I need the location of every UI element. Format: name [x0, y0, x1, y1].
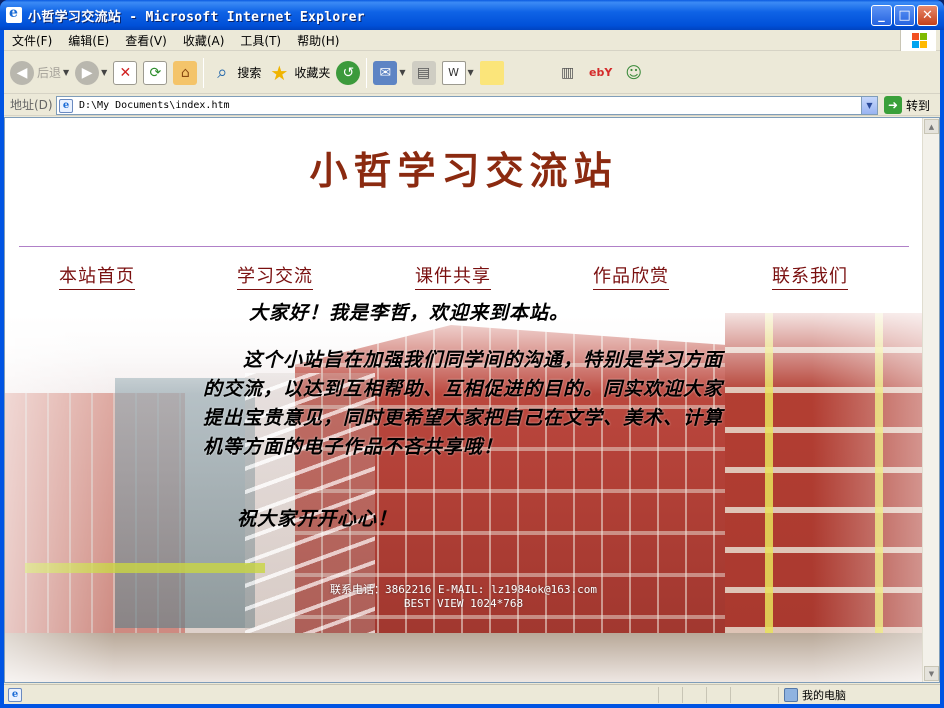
back-button[interactable]: ◀ 后退 ▼ — [10, 56, 69, 90]
go-arrow-icon: ➜ — [884, 96, 902, 114]
edit-button[interactable]: W ▼ — [441, 56, 474, 90]
back-arrow-icon: ◀ — [10, 60, 34, 85]
page-viewport[interactable]: 小哲学习交流站 本站首页 学习交流 课件共享 作品欣赏 联系我们 大家好！我是李… — [4, 117, 940, 683]
scroll-up-icon[interactable]: ▲ — [924, 119, 939, 134]
edit-dropdown-icon[interactable]: ▼ — [468, 68, 474, 77]
note-icon — [479, 60, 504, 85]
security-zone: 我的电脑 — [784, 687, 846, 703]
greeting-text: 大家好！我是李哲，欢迎来到本站。 — [249, 302, 570, 324]
forward-button[interactable]: ▶ ▼ — [75, 56, 107, 90]
messenger-icon: ☺ — [625, 63, 643, 82]
star-icon: ★ — [270, 60, 289, 85]
favorites-label: 收藏夹 — [294, 66, 331, 80]
nav-contact-link[interactable]: 联系我们 — [772, 262, 848, 290]
zone-label: 我的电脑 — [802, 689, 846, 702]
menu-file[interactable]: 文件(F) — [4, 32, 60, 49]
toolbar-separator — [366, 57, 368, 88]
title-bar[interactable]: 小哲学习交流站 - Microsoft Internet Explorer _ … — [0, 0, 944, 30]
back-dropdown-icon[interactable]: ▼ — [63, 68, 69, 77]
history-icon: ↺ — [336, 60, 361, 85]
toolbar-separator — [203, 57, 205, 88]
nav-works-link[interactable]: 作品欣赏 — [593, 262, 669, 290]
menu-tools[interactable]: 工具(T) — [232, 32, 289, 49]
windows-logo-icon — [900, 30, 936, 51]
close-button[interactable]: ✕ — [917, 5, 938, 26]
refresh-button[interactable]: ⟳ — [143, 56, 168, 90]
scroll-down-icon[interactable]: ▼ — [924, 666, 939, 681]
status-divider — [778, 687, 779, 703]
address-input[interactable]: e D:\My Documents\index.htm ▼ — [56, 96, 878, 115]
forward-arrow-icon: ▶ — [75, 60, 100, 85]
status-divider — [706, 687, 707, 703]
address-label: 地址(D) — [10, 98, 53, 112]
printer-icon: ▤ — [411, 60, 436, 85]
address-value[interactable]: D:\My Documents\index.htm — [79, 100, 230, 111]
search-button[interactable]: ⌕ 搜索 — [210, 56, 261, 90]
print-button[interactable]: ▤ — [411, 56, 436, 90]
nav-courseware-link[interactable]: 课件共享 — [415, 262, 491, 290]
ie-window: 小哲学习交流站 - Microsoft Internet Explorer _ … — [0, 0, 944, 708]
status-divider — [682, 687, 683, 703]
minimize-button[interactable]: _ — [871, 5, 892, 26]
mail-button[interactable]: ✉ ▼ — [373, 56, 406, 90]
menu-favorites[interactable]: 收藏(A) — [175, 32, 233, 49]
nav-study-link[interactable]: 学习交流 — [237, 262, 313, 290]
forward-dropdown-icon[interactable]: ▼ — [101, 68, 107, 77]
refresh-icon: ⟳ — [143, 60, 168, 85]
my-computer-icon — [784, 688, 798, 702]
browser-chrome: 文件(F) 编辑(E) 查看(V) 收藏(A) 工具(T) 帮助(H) ◀ 后退… — [4, 30, 940, 704]
mail-icon: ✉ — [373, 60, 398, 85]
standard-toolbar: ◀ 后退 ▼ ▶ ▼ ✕ ⟳ ⌂ ⌕ 搜索 ★ 收藏夹 ↺ ✉ ▼ ▤ W ▼ … — [4, 52, 940, 94]
stop-button[interactable]: ✕ — [113, 56, 138, 90]
address-dropdown-icon[interactable]: ▼ — [861, 97, 877, 114]
word-edit-icon: W — [441, 60, 466, 85]
menu-help[interactable]: 帮助(H) — [289, 32, 347, 49]
back-label: 后退 — [37, 66, 62, 80]
contact-footer: 联系电话：3862216 E-MAIL: lz1984ok@163.com BE… — [5, 583, 922, 611]
history-button[interactable]: ↺ — [336, 56, 361, 90]
ebay-button[interactable]: ebY — [586, 56, 616, 90]
favorites-button[interactable]: ★ 收藏夹 — [267, 56, 330, 90]
window-title: 小哲学习交流站 - Microsoft Internet Explorer — [28, 9, 365, 25]
vertical-scrollbar[interactable]: ▲ ▼ — [922, 118, 939, 682]
closing-wish: 祝大家开开心心！ — [237, 508, 398, 530]
ebay-icon: ebY — [589, 66, 613, 79]
site-title: 小哲学习交流站 — [309, 148, 618, 193]
intro-paragraph: 这个小站旨在加强我们同学间的沟通，特别是学习方面的交流，以达到互相帮助、互相促进… — [203, 349, 724, 458]
status-divider — [730, 687, 731, 703]
menu-view[interactable]: 查看(V) — [117, 32, 175, 49]
maximize-button[interactable]: □ — [894, 5, 915, 26]
stop-icon: ✕ — [113, 60, 138, 85]
status-divider — [658, 687, 659, 703]
mail-dropdown-icon[interactable]: ▼ — [399, 68, 405, 77]
page-status-icon: e — [8, 687, 22, 702]
nav-home-link[interactable]: 本站首页 — [59, 262, 135, 290]
best-view-line: BEST VIEW 1024*768 — [403, 597, 524, 610]
home-button[interactable]: ⌂ — [173, 56, 198, 90]
messenger-button[interactable]: ☺ — [622, 56, 646, 90]
contact-line: 联系电话：3862216 E-MAIL: lz1984ok@163.com — [330, 583, 597, 596]
go-button[interactable]: ➜ 转到 — [884, 96, 930, 114]
address-bar: 地址(D) e D:\My Documents\index.htm ▼ ➜ 转到 — [4, 94, 940, 116]
discuss-button[interactable] — [479, 56, 504, 90]
menu-bar: 文件(F) 编辑(E) 查看(V) 收藏(A) 工具(T) 帮助(H) — [4, 30, 940, 51]
ie-app-icon[interactable] — [6, 5, 22, 23]
go-label: 转到 — [906, 98, 931, 113]
research-button[interactable]: ▥ — [556, 56, 580, 90]
search-icon: ⌕ — [217, 62, 228, 83]
horizontal-rule — [19, 246, 909, 247]
home-icon: ⌂ — [173, 60, 198, 85]
page-icon: e — [59, 98, 73, 113]
status-bar: e 我的电脑 — [4, 684, 940, 704]
menu-edit[interactable]: 编辑(E) — [60, 32, 117, 49]
web-page: 小哲学习交流站 本站首页 学习交流 课件共享 作品欣赏 联系我们 大家好！我是李… — [5, 118, 922, 682]
research-books-icon: ▥ — [561, 64, 575, 81]
search-label: 搜索 — [237, 66, 262, 80]
site-nav: 本站首页 学习交流 课件共享 作品欣赏 联系我们 — [5, 262, 922, 290]
